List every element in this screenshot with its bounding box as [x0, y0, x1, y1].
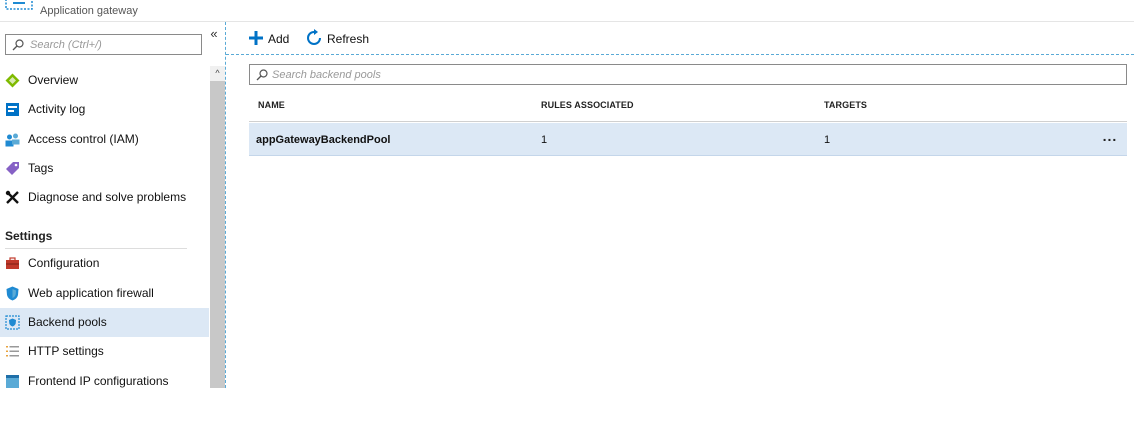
- list-settings-icon: [6, 346, 19, 357]
- rules-associated-cell: 1: [541, 134, 548, 146]
- table-header: NAME RULES ASSOCIATED TARGETS: [249, 93, 1127, 122]
- pool-name-cell: appGatewayBackendPool: [256, 134, 391, 146]
- activity-log-icon: [6, 103, 19, 116]
- sidebar-item-label: Activity log: [28, 102, 86, 116]
- sidebar-item-label: HTTP settings: [28, 344, 104, 358]
- search-icon: [12, 39, 24, 51]
- resource-type-subtitle: Application gateway: [40, 5, 138, 17]
- sidebar-item-label: Access control (IAM): [28, 132, 139, 146]
- sidebar-item-frontend-ip[interactable]: Frontend IP configurations: [0, 367, 209, 388]
- top-header: Application gateway: [0, 0, 1134, 22]
- sidebar-search-input[interactable]: [30, 36, 198, 53]
- sidebar-item-label: Diagnose and solve problems: [28, 190, 187, 204]
- sidebar-search[interactable]: [5, 34, 202, 55]
- table-row[interactable]: appGatewayBackendPool 1 1 ...: [249, 123, 1127, 156]
- sidebar-item-label: Backend pools: [28, 315, 107, 329]
- blade-divider: [225, 22, 226, 388]
- backend-pool-search-input[interactable]: [272, 66, 1112, 83]
- add-button[interactable]: Add: [248, 29, 296, 49]
- sidebar-item-label: Overview: [28, 73, 79, 87]
- column-header-rules[interactable]: RULES ASSOCIATED: [541, 100, 634, 110]
- scroll-up-arrow-icon[interactable]: ^: [210, 66, 225, 81]
- toolbox-icon: [6, 257, 19, 269]
- sidebar-item-label: Configuration: [28, 256, 100, 270]
- sidebar-item-access-control[interactable]: Access control (IAM): [0, 125, 209, 154]
- tag-icon: [6, 162, 19, 175]
- column-header-targets[interactable]: TARGETS: [824, 100, 867, 110]
- sidebar-item-label: Frontend IP configurations: [28, 374, 169, 388]
- sidebar-item-overview[interactable]: Overview: [0, 66, 209, 95]
- people-icon: [5, 133, 20, 147]
- sidebar-item-activity-log[interactable]: Activity log: [0, 95, 209, 124]
- sidebar: « Overview Activity log Access control (…: [0, 22, 227, 388]
- sidebar-item-label: Web application firewall: [28, 286, 154, 300]
- sidebar-item-configuration[interactable]: Configuration: [0, 249, 209, 278]
- refresh-button[interactable]: Refresh: [306, 29, 376, 49]
- sidebar-item-label: Tags: [28, 161, 54, 175]
- column-header-name[interactable]: NAME: [258, 100, 285, 110]
- sidebar-scrollbar[interactable]: ^: [210, 66, 225, 388]
- more-options-button[interactable]: ...: [1101, 129, 1119, 145]
- wrench-cross-icon: [5, 190, 19, 204]
- application-gateway-icon: [5, 0, 33, 10]
- sidebar-item-tags[interactable]: Tags: [0, 154, 209, 183]
- shield-icon: [6, 286, 19, 301]
- add-button-label: Add: [268, 32, 290, 46]
- overview-diamond-icon: [5, 73, 20, 88]
- refresh-button-label: Refresh: [327, 32, 370, 46]
- sidebar-item-http-settings[interactable]: HTTP settings: [0, 337, 209, 366]
- settings-section-header: Settings: [5, 229, 53, 243]
- double-chevron-left-icon[interactable]: «: [207, 27, 221, 41]
- plus-icon: [249, 31, 263, 45]
- backend-pool-search[interactable]: [249, 64, 1127, 85]
- sidebar-item-diagnose[interactable]: Diagnose and solve problems: [0, 183, 209, 212]
- command-bar: Add Refresh: [226, 22, 1134, 55]
- refresh-icon: [307, 29, 321, 45]
- targets-cell: 1: [824, 134, 831, 146]
- backend-pool-icon: [5, 315, 20, 330]
- sidebar-item-backend-pools[interactable]: Backend pools: [0, 308, 209, 337]
- search-icon: [256, 69, 268, 81]
- sidebar-item-waf[interactable]: Web application firewall: [0, 279, 209, 308]
- frontend-ip-icon: [6, 375, 19, 388]
